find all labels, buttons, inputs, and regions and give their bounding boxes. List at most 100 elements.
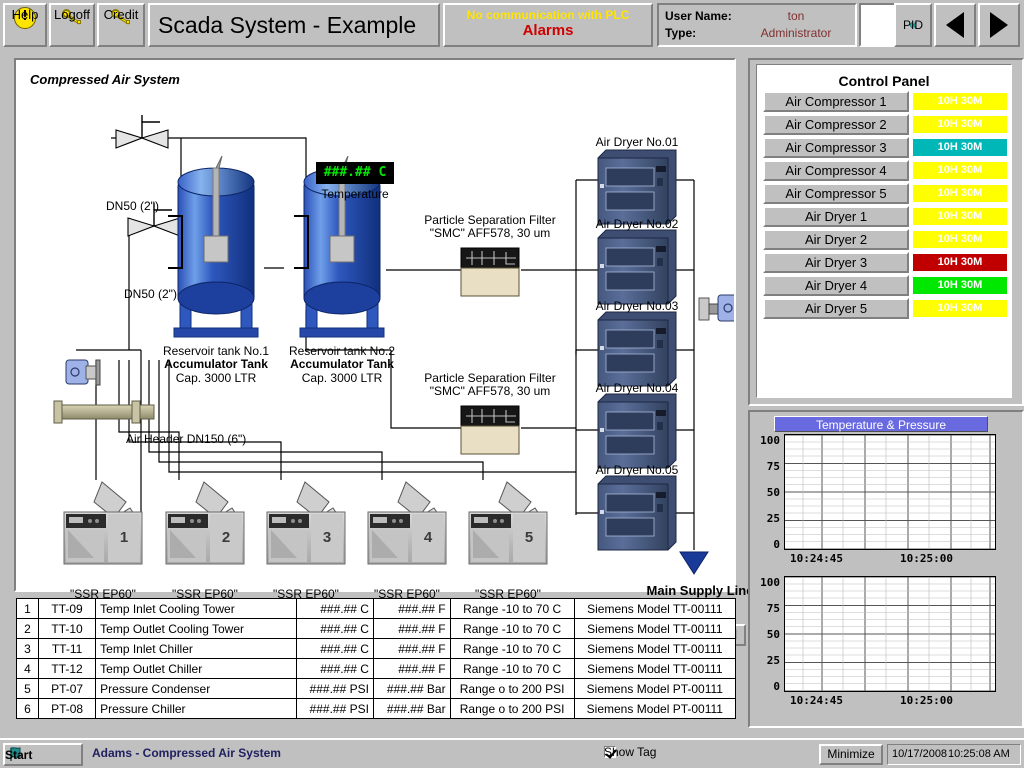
pid-button-label: PID xyxy=(903,19,923,32)
row-tag: TT-09 xyxy=(38,599,95,619)
control-button-air-compressor-2[interactable]: Air Compressor 2 xyxy=(763,114,909,135)
control-row-air-dryer-3: Air Dryer 3 10H 30M xyxy=(763,252,1011,273)
air-header-label: Air Header DN150 (6") xyxy=(126,432,246,446)
row-index: 5 xyxy=(17,679,39,699)
status-badge-air-compressor-3: 10H 30M xyxy=(913,139,1007,156)
control-row-air-dryer-1: Air Dryer 1 10H 30M xyxy=(763,206,1011,227)
control-button-air-compressor-4[interactable]: Air Compressor 4 xyxy=(763,160,909,181)
table-row[interactable]: 4 TT-12 Temp Outlet Chiller ###.## C ###… xyxy=(17,659,736,679)
chart1-xtick-1: 10:24:45 xyxy=(790,552,843,565)
previous-screen-button[interactable] xyxy=(934,3,976,47)
table-row[interactable]: 6 PT-08 Pressure Chiller ###.## PSI ###.… xyxy=(17,699,736,719)
control-button-air-dryer-5[interactable]: Air Dryer 5 xyxy=(763,298,909,319)
application-title: Scada System - Example xyxy=(148,3,440,47)
chart1-xtick-2: 10:25:00 xyxy=(900,552,953,565)
control-row-air-compressor-1: Air Compressor 1 10H 30M xyxy=(763,91,1011,112)
show-tag-checkbox[interactable]: Show Tag xyxy=(604,746,621,758)
control-button-air-dryer-1[interactable]: Air Dryer 1 xyxy=(763,206,909,227)
row-value-primary: ###.## C xyxy=(297,639,374,659)
main-supply-arrow-icon xyxy=(680,530,708,574)
logoff-button-label: Logoff xyxy=(54,8,90,21)
row-index: 6 xyxy=(17,699,39,719)
logoff-button[interactable]: Logoff xyxy=(49,3,95,47)
row-value-primary: ###.## C xyxy=(297,659,374,679)
row-tag: TT-12 xyxy=(38,659,95,679)
row-description: Pressure Condenser xyxy=(96,679,297,699)
control-button-air-compressor-5[interactable]: Air Compressor 5 xyxy=(763,183,909,204)
pid-button[interactable]: « PID xyxy=(894,3,932,47)
control-row-air-dryer-2: Air Dryer 2 10H 30M xyxy=(763,229,1011,250)
credit-button-label: Credit xyxy=(104,8,139,21)
table-row[interactable]: 2 TT-10 Temp Outlet Cooling Tower ###.##… xyxy=(17,619,736,639)
row-description: Pressure Chiller xyxy=(96,699,297,719)
control-button-air-compressor-1[interactable]: Air Compressor 1 xyxy=(763,91,909,112)
chart1-ytick-100: 100 xyxy=(750,436,780,446)
filter-1-line1: Particle Separation Filter xyxy=(410,213,570,227)
control-panel-title: Control Panel xyxy=(757,65,1011,89)
row-range: Range -10 to 70 C xyxy=(450,659,574,679)
credit-button[interactable]: Credit xyxy=(97,3,145,47)
dryer-1-label: Air Dryer No.01 xyxy=(574,135,700,149)
start-button[interactable]: Start xyxy=(3,743,83,766)
dryer-3-label: Air Dryer No.03 xyxy=(574,299,700,313)
status-badge-air-compressor-5: 10H 30M xyxy=(913,185,1007,202)
trend-chart-1[interactable]: 100 75 50 25 0 10:24:45 10:25:00 xyxy=(750,436,1022,568)
plc-communication-status: No communication with PLC xyxy=(445,5,651,22)
scada-application-window: Help Logoff Credit Scada System - Exampl… xyxy=(0,0,1024,768)
row-index: 2 xyxy=(17,619,39,639)
control-row-air-compressor-4: Air Compressor 4 10H 30M xyxy=(763,160,1011,181)
dryer-2-label: Air Dryer No.02 xyxy=(574,217,700,231)
particle-separation-filter-1 xyxy=(461,248,519,296)
trend-chart-2[interactable]: 100 75 50 25 0 10:24:45 10:25:00 xyxy=(750,578,1022,710)
row-value-primary: ###.## PSI xyxy=(297,699,374,719)
chart2-ytick-50: 50 xyxy=(750,630,780,640)
row-model: Siemens Model PT-00111 xyxy=(574,699,735,719)
control-button-air-compressor-3[interactable]: Air Compressor 3 xyxy=(763,137,909,158)
help-button[interactable]: Help xyxy=(3,3,47,47)
control-row-air-compressor-3: Air Compressor 3 10H 30M xyxy=(763,137,1011,158)
row-value-secondary: ###.## F xyxy=(373,659,450,679)
row-value-secondary: ###.## F xyxy=(373,639,450,659)
row-index: 4 xyxy=(17,659,39,679)
row-value-secondary: ###.## F xyxy=(373,599,450,619)
left-transmitter-device xyxy=(66,360,100,385)
status-badge-air-dryer-3: 10H 30M xyxy=(913,254,1007,271)
svg-text:1: 1 xyxy=(120,529,128,546)
chart1-plot-area xyxy=(784,434,996,550)
filter-1-line2: "SMC" AFF578, 30 um xyxy=(410,226,570,240)
right-transmitter-device xyxy=(699,295,734,321)
reservoir-tank-1 xyxy=(168,156,258,337)
valve-1-label: DN50 (2") xyxy=(106,199,159,213)
svg-text:4: 4 xyxy=(424,529,433,546)
control-button-air-dryer-3[interactable]: Air Dryer 3 xyxy=(763,252,909,273)
row-model: Siemens Model PT-00111 xyxy=(574,679,735,699)
control-button-air-dryer-4[interactable]: Air Dryer 4 xyxy=(763,275,909,296)
row-description: Temp Inlet Cooling Tower xyxy=(96,599,297,619)
table-row[interactable]: 1 TT-09 Temp Inlet Cooling Tower ###.## … xyxy=(17,599,736,619)
status-badge-air-compressor-4: 10H 30M xyxy=(913,162,1007,179)
table-row[interactable]: 5 PT-07 Pressure Condenser ###.## PSI ##… xyxy=(17,679,736,699)
chart2-xtick-1: 10:24:45 xyxy=(790,694,843,707)
tank-2-line2: Accumulator Tank xyxy=(268,357,416,371)
row-range: Range o to 200 PSI xyxy=(450,679,574,699)
next-screen-button[interactable] xyxy=(978,3,1020,47)
minimize-button[interactable]: Minimize xyxy=(819,744,883,765)
control-panel: Control Panel Air Compressor 1 10H 30M A… xyxy=(748,58,1024,406)
control-button-air-dryer-2[interactable]: Air Dryer 2 xyxy=(763,229,909,250)
alarm-status-panel[interactable]: No communication with PLC Alarms xyxy=(443,3,653,47)
status-badge-air-dryer-2: 10H 30M xyxy=(913,231,1007,248)
row-tag: TT-10 xyxy=(38,619,95,639)
system-clock[interactable]: 10/17/2008 10:25:08 AM xyxy=(887,744,1021,765)
chart2-ytick-0: 0 xyxy=(750,682,780,692)
row-tag: PT-08 xyxy=(38,699,95,719)
table-row[interactable]: 3 TT-11 Temp Inlet Chiller ###.## C ###.… xyxy=(17,639,736,659)
active-task-label[interactable]: Adams - Compressed Air System xyxy=(92,746,281,760)
temperature-display-label: Temperature xyxy=(316,187,394,201)
temperature-display: ###.## C xyxy=(316,162,394,184)
help-button-label: Help xyxy=(12,8,39,21)
valve-2-label: DN50 (2") xyxy=(124,287,177,301)
trend-panel-title: Temperature & Pressure xyxy=(774,416,988,432)
row-value-secondary: ###.## Bar xyxy=(373,699,450,719)
chart1-ytick-0: 0 xyxy=(750,540,780,550)
row-description: Temp Outlet Chiller xyxy=(96,659,297,679)
